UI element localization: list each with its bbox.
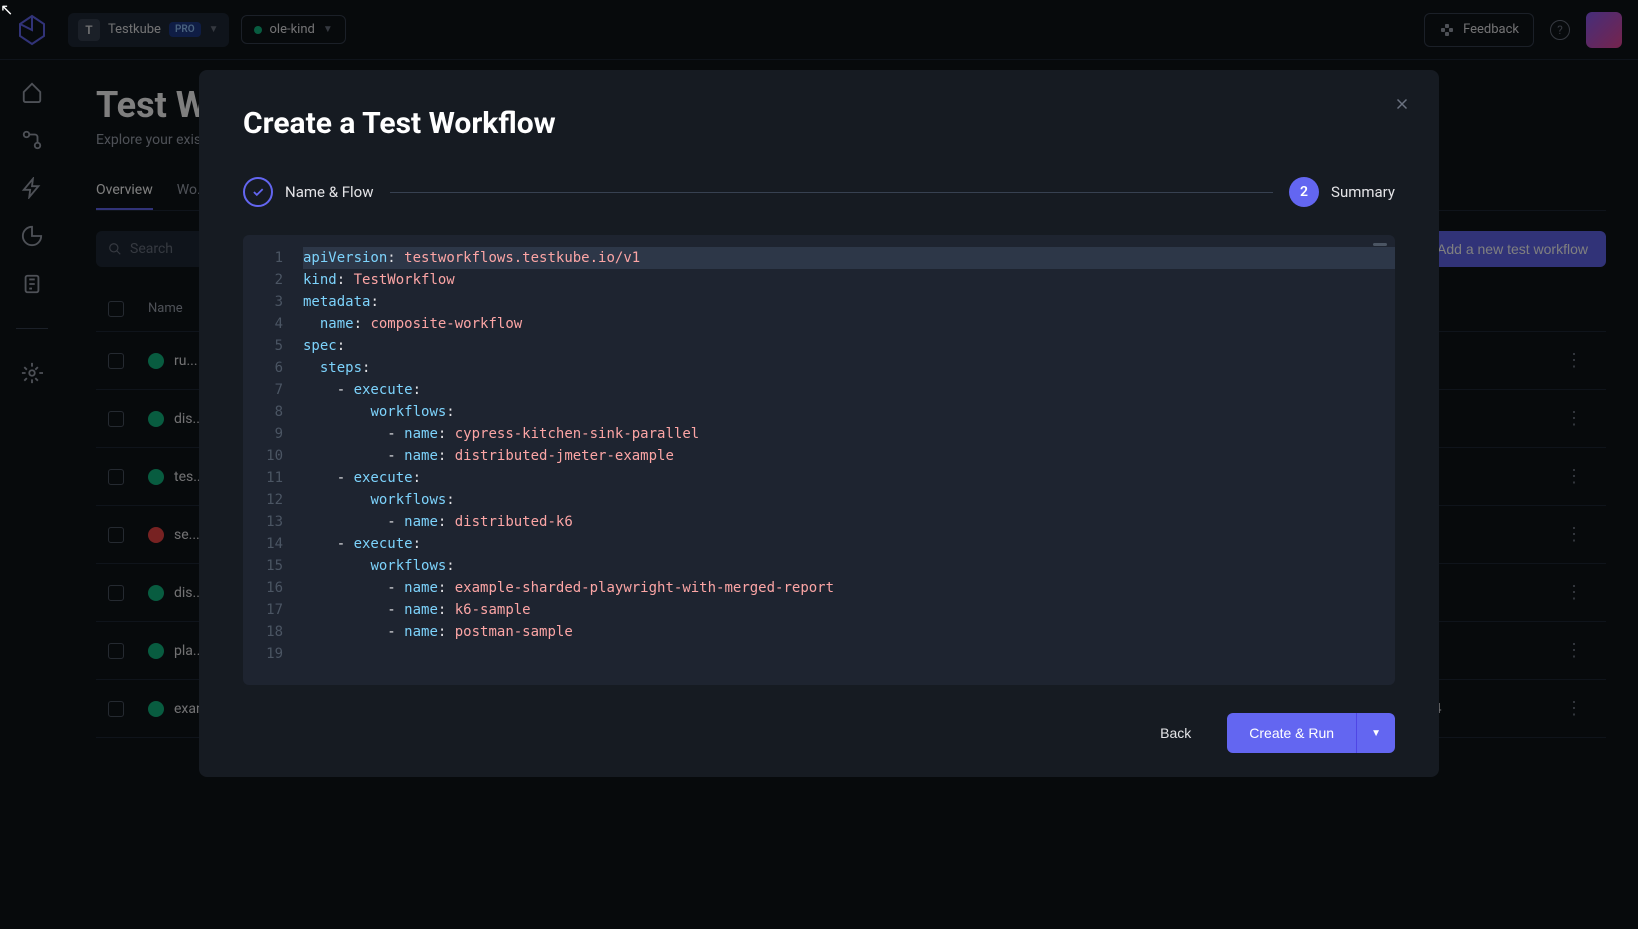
code-line: 17 - name: k6-sample: [243, 599, 1395, 621]
line-number: 8: [243, 401, 303, 423]
code-content: - name: cypress-kitchen-sink-parallel: [303, 423, 1395, 445]
code-line: 5spec:: [243, 335, 1395, 357]
create-workflow-modal: Create a Test Workflow Name & Flow 2 Sum…: [199, 70, 1439, 777]
code-line: 2kind: TestWorkflow: [243, 269, 1395, 291]
cursor-icon: ↖: [0, 0, 13, 19]
code-content: - name: distributed-k6: [303, 511, 1395, 533]
line-number: 5: [243, 335, 303, 357]
code-line: 12 workflows:: [243, 489, 1395, 511]
step-1-label: Name & Flow: [285, 183, 374, 201]
code-content: [303, 643, 1395, 665]
code-line: 8 workflows:: [243, 401, 1395, 423]
code-line: 15 workflows:: [243, 555, 1395, 577]
line-number: 1: [243, 247, 303, 269]
modal-title: Create a Test Workflow: [243, 106, 1395, 141]
step-1[interactable]: Name & Flow: [243, 177, 374, 207]
code-line: 11 - execute:: [243, 467, 1395, 489]
close-button[interactable]: [1393, 94, 1411, 118]
code-line: 9 - name: cypress-kitchen-sink-parallel: [243, 423, 1395, 445]
code-content: workflows:: [303, 401, 1395, 423]
check-icon: [243, 177, 273, 207]
code-content: spec:: [303, 335, 1395, 357]
code-content: - name: distributed-jmeter-example: [303, 445, 1395, 467]
code-line: 19: [243, 643, 1395, 665]
step-line: [390, 192, 1274, 193]
step-2-label: Summary: [1331, 183, 1395, 201]
stepper: Name & Flow 2 Summary: [243, 177, 1395, 207]
code-content: steps:: [303, 357, 1395, 379]
line-number: 13: [243, 511, 303, 533]
code-line: 10 - name: distributed-jmeter-example: [243, 445, 1395, 467]
code-line: 13 - name: distributed-k6: [243, 511, 1395, 533]
code-content: - name: example-sharded-playwright-with-…: [303, 577, 1395, 599]
line-number: 19: [243, 643, 303, 665]
code-content: workflows:: [303, 489, 1395, 511]
line-number: 6: [243, 357, 303, 379]
code-line: 3metadata:: [243, 291, 1395, 313]
code-content: - name: k6-sample: [303, 599, 1395, 621]
create-and-run-button[interactable]: Create & Run: [1227, 713, 1356, 753]
line-number: 10: [243, 445, 303, 467]
code-content: - execute:: [303, 379, 1395, 401]
code-content: - execute:: [303, 533, 1395, 555]
back-button[interactable]: Back: [1140, 713, 1211, 753]
code-line: 4 name: composite-workflow: [243, 313, 1395, 335]
line-number: 14: [243, 533, 303, 555]
code-content: - name: postman-sample: [303, 621, 1395, 643]
line-number: 3: [243, 291, 303, 313]
code-line: 1apiVersion: testworkflows.testkube.io/v…: [243, 247, 1395, 269]
line-number: 15: [243, 555, 303, 577]
minimap-icon: [1373, 243, 1387, 246]
line-number: 12: [243, 489, 303, 511]
line-number: 9: [243, 423, 303, 445]
code-line: 16 - name: example-sharded-playwright-wi…: [243, 577, 1395, 599]
code-line: 18 - name: postman-sample: [243, 621, 1395, 643]
line-number: 4: [243, 313, 303, 335]
line-number: 2: [243, 269, 303, 291]
step-2[interactable]: 2 Summary: [1289, 177, 1395, 207]
code-content: name: composite-workflow: [303, 313, 1395, 335]
line-number: 7: [243, 379, 303, 401]
modal-backdrop: Create a Test Workflow Name & Flow 2 Sum…: [0, 0, 1638, 929]
line-number: 18: [243, 621, 303, 643]
code-content: workflows:: [303, 555, 1395, 577]
code-content: - execute:: [303, 467, 1395, 489]
modal-footer: Back Create & Run ▼: [243, 713, 1395, 753]
code-content: metadata:: [303, 291, 1395, 313]
create-dropdown-button[interactable]: ▼: [1356, 713, 1395, 753]
code-content: apiVersion: testworkflows.testkube.io/v1: [303, 247, 1395, 269]
code-line: 6 steps:: [243, 357, 1395, 379]
code-line: 14 - execute:: [243, 533, 1395, 555]
step-2-number: 2: [1289, 177, 1319, 207]
line-number: 11: [243, 467, 303, 489]
code-line: 7 - execute:: [243, 379, 1395, 401]
code-content: kind: TestWorkflow: [303, 269, 1395, 291]
line-number: 16: [243, 577, 303, 599]
line-number: 17: [243, 599, 303, 621]
close-icon: [1393, 95, 1411, 113]
yaml-editor[interactable]: 1apiVersion: testworkflows.testkube.io/v…: [243, 235, 1395, 685]
